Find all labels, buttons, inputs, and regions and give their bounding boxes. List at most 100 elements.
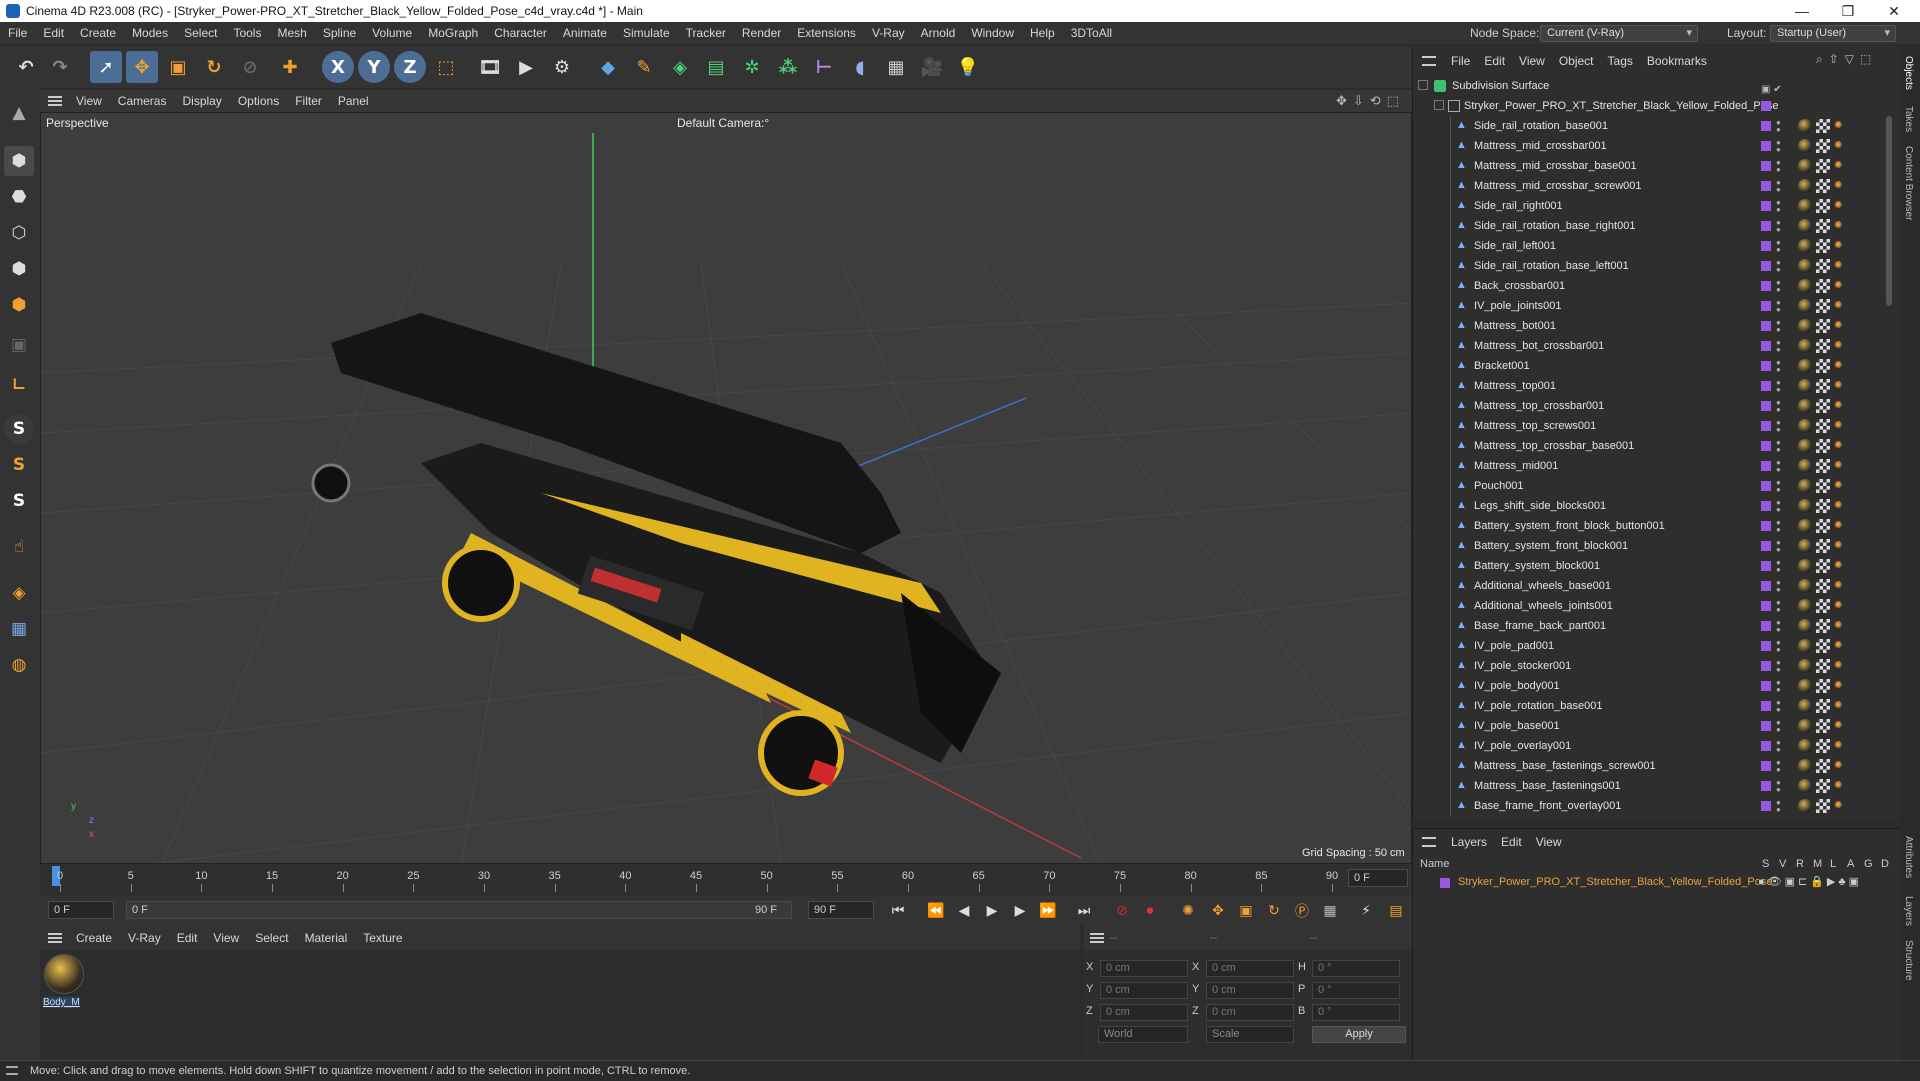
viewport-menu-view[interactable]: View	[68, 94, 110, 108]
material-tag-icon[interactable]	[1798, 259, 1812, 273]
visibility-dots-icon[interactable]: ● ●	[1776, 359, 1781, 374]
material-menu-icon[interactable]	[48, 933, 62, 943]
layer-color-swatch[interactable]	[1761, 281, 1771, 291]
visibility-dots-icon[interactable]: ● ●	[1776, 519, 1781, 534]
key-scale-icon[interactable]: ▣	[1234, 900, 1258, 922]
visibility-dots-icon[interactable]: ● ●	[1776, 439, 1781, 454]
vray-tag-icon[interactable]: ✺	[1834, 599, 1848, 613]
layer-color-swatch[interactable]	[1761, 441, 1771, 451]
timeline-ruler[interactable]	[40, 864, 1412, 896]
texture-tag-icon[interactable]	[1816, 639, 1830, 653]
layer-color-swatch[interactable]	[1761, 421, 1771, 431]
visibility-dots-icon[interactable]: ● ●	[1776, 199, 1781, 214]
layer-color-swatch[interactable]	[1761, 361, 1771, 371]
material-tag-icon[interactable]	[1798, 219, 1812, 233]
visibility-dots-icon[interactable]: ● ●	[1776, 739, 1781, 754]
material-tag-icon[interactable]	[1798, 439, 1812, 453]
coordinate-value-field[interactable]: 0 cm	[1206, 1004, 1294, 1021]
visibility-dots-icon[interactable]: ● ●	[1776, 119, 1781, 134]
viewport-menu-icon[interactable]	[48, 96, 62, 106]
texture-tag-icon[interactable]	[1816, 739, 1830, 753]
texture-tag-icon[interactable]	[1816, 679, 1830, 693]
viewport-camera-name[interactable]: Default Camera:°	[677, 116, 769, 130]
layer-menu-view[interactable]: View	[1529, 835, 1569, 849]
layer-row[interactable]: Stryker_Power_PRO_XT_Stretcher_Black_Yel…	[1412, 874, 1900, 892]
close-button[interactable]: ✕	[1872, 0, 1916, 22]
vray-tag-icon[interactable]: ✺	[1834, 659, 1848, 673]
collapse-icon[interactable]	[1418, 80, 1428, 90]
texture-tag-icon[interactable]	[1816, 139, 1830, 153]
material-tag-icon[interactable]	[1798, 119, 1812, 133]
material-tag-icon[interactable]	[1798, 279, 1812, 293]
redo-icon[interactable]: ↷	[44, 51, 76, 83]
layer-color-swatch[interactable]	[1761, 261, 1771, 271]
menu-3dtoall[interactable]: 3DToAll	[1063, 26, 1120, 40]
tab-layers[interactable]: Layers	[1903, 896, 1914, 926]
visibility-dots-icon[interactable]: ● ●	[1776, 339, 1781, 354]
current-frame-field[interactable]: 0 F	[1348, 869, 1408, 887]
object-row[interactable]: ▲ Mattress_top_crossbar_base001 ● ● ✺	[1412, 436, 1882, 456]
field-icon[interactable]: ◖	[844, 51, 876, 83]
vray-tag-icon[interactable]: ✺	[1834, 479, 1848, 493]
layer-color-swatch[interactable]	[1761, 781, 1771, 791]
vray-tag-icon[interactable]: ✺	[1834, 539, 1848, 553]
object-row[interactable]: ▲ Additional_wheels_base001 ● ● ✺	[1412, 576, 1882, 596]
viewport-menu-cameras[interactable]: Cameras	[110, 94, 175, 108]
layer-color-swatch[interactable]	[1761, 741, 1771, 751]
layer-color-swatch[interactable]	[1761, 321, 1771, 331]
material-label[interactable]: Body_M	[43, 997, 80, 1008]
material-tag-icon[interactable]	[1798, 759, 1812, 773]
texture-tag-icon[interactable]	[1816, 119, 1830, 133]
layer-color-swatch[interactable]	[1761, 241, 1771, 251]
vray-tag-icon[interactable]: ✺	[1834, 499, 1848, 513]
texture-tag-icon[interactable]	[1816, 199, 1830, 213]
vray-tag-icon[interactable]: ✺	[1834, 239, 1848, 253]
live-selection-icon[interactable]: ✚	[274, 51, 306, 83]
object-row[interactable]: ▲ Side_rail_rotation_base001 ● ● ✺	[1412, 116, 1882, 136]
object-menu-bookmarks[interactable]: Bookmarks	[1640, 54, 1714, 68]
material-tag-icon[interactable]	[1798, 359, 1812, 373]
autokey-icon[interactable]: ⊘	[1110, 900, 1134, 922]
menu-file[interactable]: File	[0, 26, 35, 40]
material-menu-v-ray[interactable]: V-Ray	[120, 931, 169, 945]
floor-icon[interactable]: ▦	[880, 51, 912, 83]
soft-selection-icon[interactable]: ◍	[4, 650, 34, 680]
vray-tag-icon[interactable]: ✺	[1834, 279, 1848, 293]
material-tag-icon[interactable]	[1798, 599, 1812, 613]
extrude-icon[interactable]: ▤	[700, 51, 732, 83]
menu-simulate[interactable]: Simulate	[615, 26, 678, 40]
texture-tag-icon[interactable]	[1816, 599, 1830, 613]
layer-color-swatch[interactable]	[1761, 161, 1771, 171]
visibility-dots-icon[interactable]: ● ●	[1776, 799, 1781, 814]
object-menu-view[interactable]: View	[1512, 54, 1552, 68]
material-menu-create[interactable]: Create	[68, 931, 120, 945]
object-row[interactable]: ▲ Legs_shift_side_blocks001 ● ● ✺	[1412, 496, 1882, 516]
material-tag-icon[interactable]	[1798, 459, 1812, 473]
texture-tag-icon[interactable]	[1816, 519, 1830, 533]
vray-tag-icon[interactable]: ✺	[1834, 179, 1848, 193]
material-tag-icon[interactable]	[1798, 679, 1812, 693]
object-row[interactable]: ▲ Side_rail_left001 ● ● ✺	[1412, 236, 1882, 256]
visibility-dots-icon[interactable]: ● ●	[1776, 559, 1781, 574]
object-row[interactable]: ▲ Additional_wheels_joints001 ● ● ✺	[1412, 596, 1882, 616]
layer-color-swatch[interactable]	[1761, 401, 1771, 411]
previous-key-icon[interactable]: ⏪	[924, 900, 948, 922]
object-row[interactable]: ▲ Side_rail_rotation_base_right001 ● ● ✺	[1412, 216, 1882, 236]
keyframe-selection-icon[interactable]: ✺	[1176, 900, 1200, 922]
coordinate-value-field[interactable]: 0 °	[1312, 982, 1400, 999]
layer-color-swatch[interactable]	[1761, 101, 1771, 111]
layer-color-swatch[interactable]	[1761, 201, 1771, 211]
layer-menu-icon[interactable]	[1422, 837, 1436, 847]
material-menu-edit[interactable]: Edit	[169, 931, 206, 945]
object-row[interactable]: ▲ Mattress_top_screws001 ● ● ✺	[1412, 416, 1882, 436]
texture-tag-icon[interactable]	[1816, 499, 1830, 513]
polygon-mode-icon[interactable]: ⬢	[4, 290, 34, 320]
vray-tag-icon[interactable]: ✺	[1834, 719, 1848, 733]
material-menu-select[interactable]: Select	[247, 931, 296, 945]
material-tag-icon[interactable]	[1798, 739, 1812, 753]
visibility-dots-icon[interactable]: ● ●	[1776, 279, 1781, 294]
scale-tool-icon[interactable]: ▣	[162, 51, 194, 83]
layer-menu-edit[interactable]: Edit	[1494, 835, 1529, 849]
visibility-dots-icon[interactable]: ● ●	[1776, 419, 1781, 434]
previous-frame-icon[interactable]: ◀	[952, 900, 976, 922]
